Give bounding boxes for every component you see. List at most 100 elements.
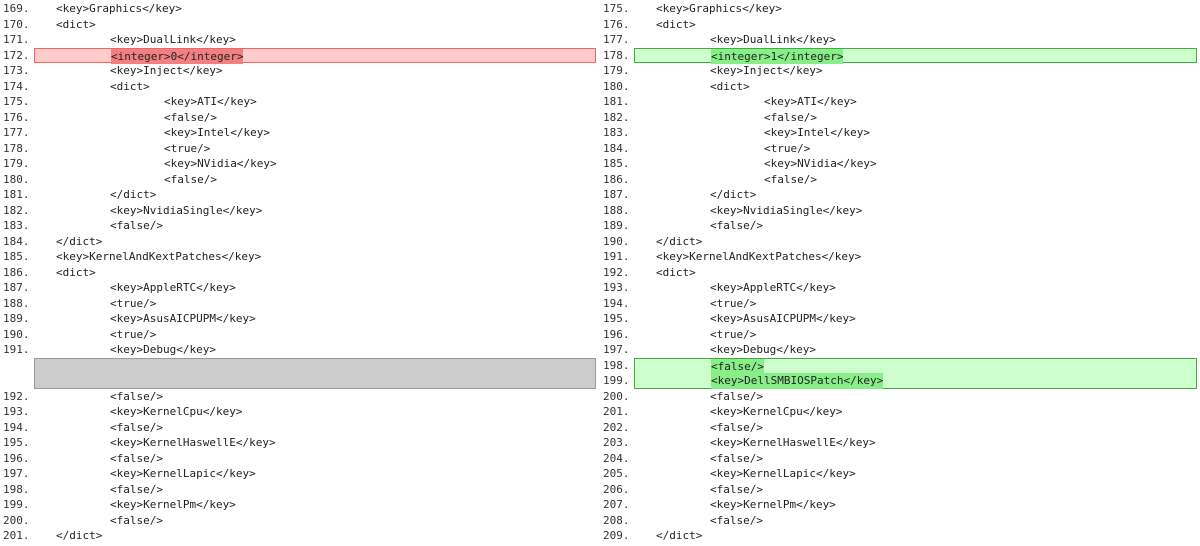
code-content: <false/>: [110, 451, 163, 465]
code-content: <false/>: [764, 110, 817, 124]
line-number: 189.: [603, 219, 630, 232]
line-number: 186.: [3, 265, 30, 279]
code-content: <key>DualLink</key>: [110, 33, 236, 46]
code-line: 182. <key>NvidiaSingle</key>: [0, 203, 600, 219]
code-line: 192. <false/>: [0, 389, 600, 405]
line-number: 179.: [603, 64, 630, 77]
code-text: <key>KernelCpu</key>: [34, 404, 596, 420]
code-line: 209. </dict>: [600, 528, 1200, 544]
code-line: 179. <key>Inject</key>: [600, 63, 1200, 79]
code-line: 208. <false/>: [600, 513, 1200, 529]
diff-added-line: 199. <key>DellSMBIOSPatch</key>: [600, 373, 1200, 389]
line-number: 172.: [3, 48, 30, 62]
code-content: <key>KernelLapic</key>: [710, 467, 856, 480]
line-number: 204.: [603, 451, 630, 465]
code-text: <dict>: [634, 17, 1197, 33]
code-content: <key>AsusAICPUPM</key>: [710, 312, 856, 325]
line-number: 208.: [603, 513, 630, 527]
code-text: <false/>: [34, 218, 596, 234]
line-number: 170.: [3, 17, 30, 31]
code-text: <key>AppleRTC</key>: [34, 280, 596, 296]
code-text: <dict>: [634, 79, 1197, 95]
code-line: 190. </dict>: [600, 234, 1200, 250]
line-number: 178.: [603, 48, 630, 62]
line-number: 180.: [603, 79, 630, 93]
code-text: <false/>: [34, 513, 596, 529]
line-number: 209.: [603, 529, 630, 542]
line-number: 195.: [3, 436, 30, 449]
code-line: 189. <false/>: [600, 218, 1200, 234]
code-content: <dict>: [110, 79, 150, 93]
line-number: 188.: [3, 296, 30, 310]
code-text: <false/>: [634, 420, 1197, 436]
code-line: 191. <key>KernelAndKextPatches</key>: [600, 249, 1200, 265]
code-line: 176. <dict>: [600, 17, 1200, 33]
line-number: 182.: [603, 110, 630, 124]
code-text: </dict>: [634, 234, 1197, 250]
code-text: </dict>: [634, 187, 1197, 203]
line-number: 194.: [603, 296, 630, 310]
code-content: </dict>: [710, 188, 757, 201]
code-content: <key>ATI</key>: [764, 95, 857, 108]
code-text: <true/>: [34, 296, 596, 312]
line-number: 205.: [603, 467, 630, 480]
line-number: 179.: [3, 157, 30, 170]
line-number: 207.: [603, 498, 630, 511]
line-number: 177.: [603, 33, 630, 46]
code-content: <false/>: [110, 482, 163, 496]
code-line: 177. <key>Intel</key>: [0, 125, 600, 141]
code-line: 202. <false/>: [600, 420, 1200, 436]
code-content: <key>KernelPm</key>: [110, 498, 236, 511]
code-line: 194. <false/>: [0, 420, 600, 436]
code-text: <key>AsusAICPUPM</key>: [634, 311, 1197, 327]
line-number: 191.: [3, 343, 30, 356]
code-content: <false/>: [110, 420, 163, 434]
code-content: <key>KernelLapic</key>: [110, 467, 256, 480]
line-number: 187.: [603, 188, 630, 201]
line-number: 199.: [3, 498, 30, 511]
code-content: <true/>: [710, 296, 757, 310]
code-text: <key>KernelLapic</key>: [634, 466, 1197, 482]
diff-filler-line: [0, 357, 600, 373]
code-line: 177. <key>DualLink</key>: [600, 32, 1200, 48]
code-text: <key>AsusAICPUPM</key>: [34, 311, 596, 327]
code-text: <false/>: [34, 482, 596, 498]
code-line: 188. <true/>: [0, 296, 600, 312]
code-content: <true/>: [110, 327, 157, 341]
code-line: 183. <false/>: [0, 218, 600, 234]
code-content: <dict>: [656, 17, 696, 31]
code-text: <false/>: [634, 218, 1197, 234]
code-text: <dict>: [34, 79, 596, 95]
code-content: <key>KernelAndKextPatches</key>: [56, 250, 262, 263]
line-number: 201.: [3, 529, 30, 542]
line-number: 183.: [603, 126, 630, 139]
code-content: <false/>: [711, 358, 764, 374]
code-content: <key>NVidia</key>: [164, 157, 277, 170]
line-number: 190.: [603, 234, 630, 248]
code-line: 200. <false/>: [600, 389, 1200, 405]
code-line: 203. <key>KernelHaswellE</key>: [600, 435, 1200, 451]
code-line: 171. <key>DualLink</key>: [0, 32, 600, 48]
code-content: <key>KernelHaswellE</key>: [710, 436, 876, 449]
code-line: 205. <key>KernelLapic</key>: [600, 466, 1200, 482]
code-text: <key>KernelPm</key>: [34, 497, 596, 513]
diff-pane-modified: 175. <key>Graphics</key> 176. <dict> 177. <ke…: [600, 1, 1200, 544]
code-content: <dict>: [56, 265, 96, 279]
code-content: <false/>: [710, 219, 763, 232]
code-text: <false/>: [634, 451, 1197, 467]
code-text: <key>Debug</key>: [634, 342, 1197, 358]
code-content: <true/>: [764, 141, 811, 155]
code-text: <key>Inject</key>: [34, 63, 596, 79]
code-text: <false/>: [634, 482, 1197, 498]
code-text: <dict>: [34, 265, 596, 281]
code-text: <false/>: [634, 389, 1197, 405]
code-text: <true/>: [634, 141, 1197, 157]
line-number: 193.: [603, 281, 630, 294]
code-text: <false/>: [34, 172, 596, 188]
line-number: 200.: [3, 513, 30, 527]
code-line: 194. <true/>: [600, 296, 1200, 312]
code-content: <key>DellSMBIOSPatch</key>: [711, 373, 884, 389]
line-number: 171.: [3, 33, 30, 46]
code-text: </dict>: [634, 528, 1197, 544]
line-number: 185.: [603, 157, 630, 170]
